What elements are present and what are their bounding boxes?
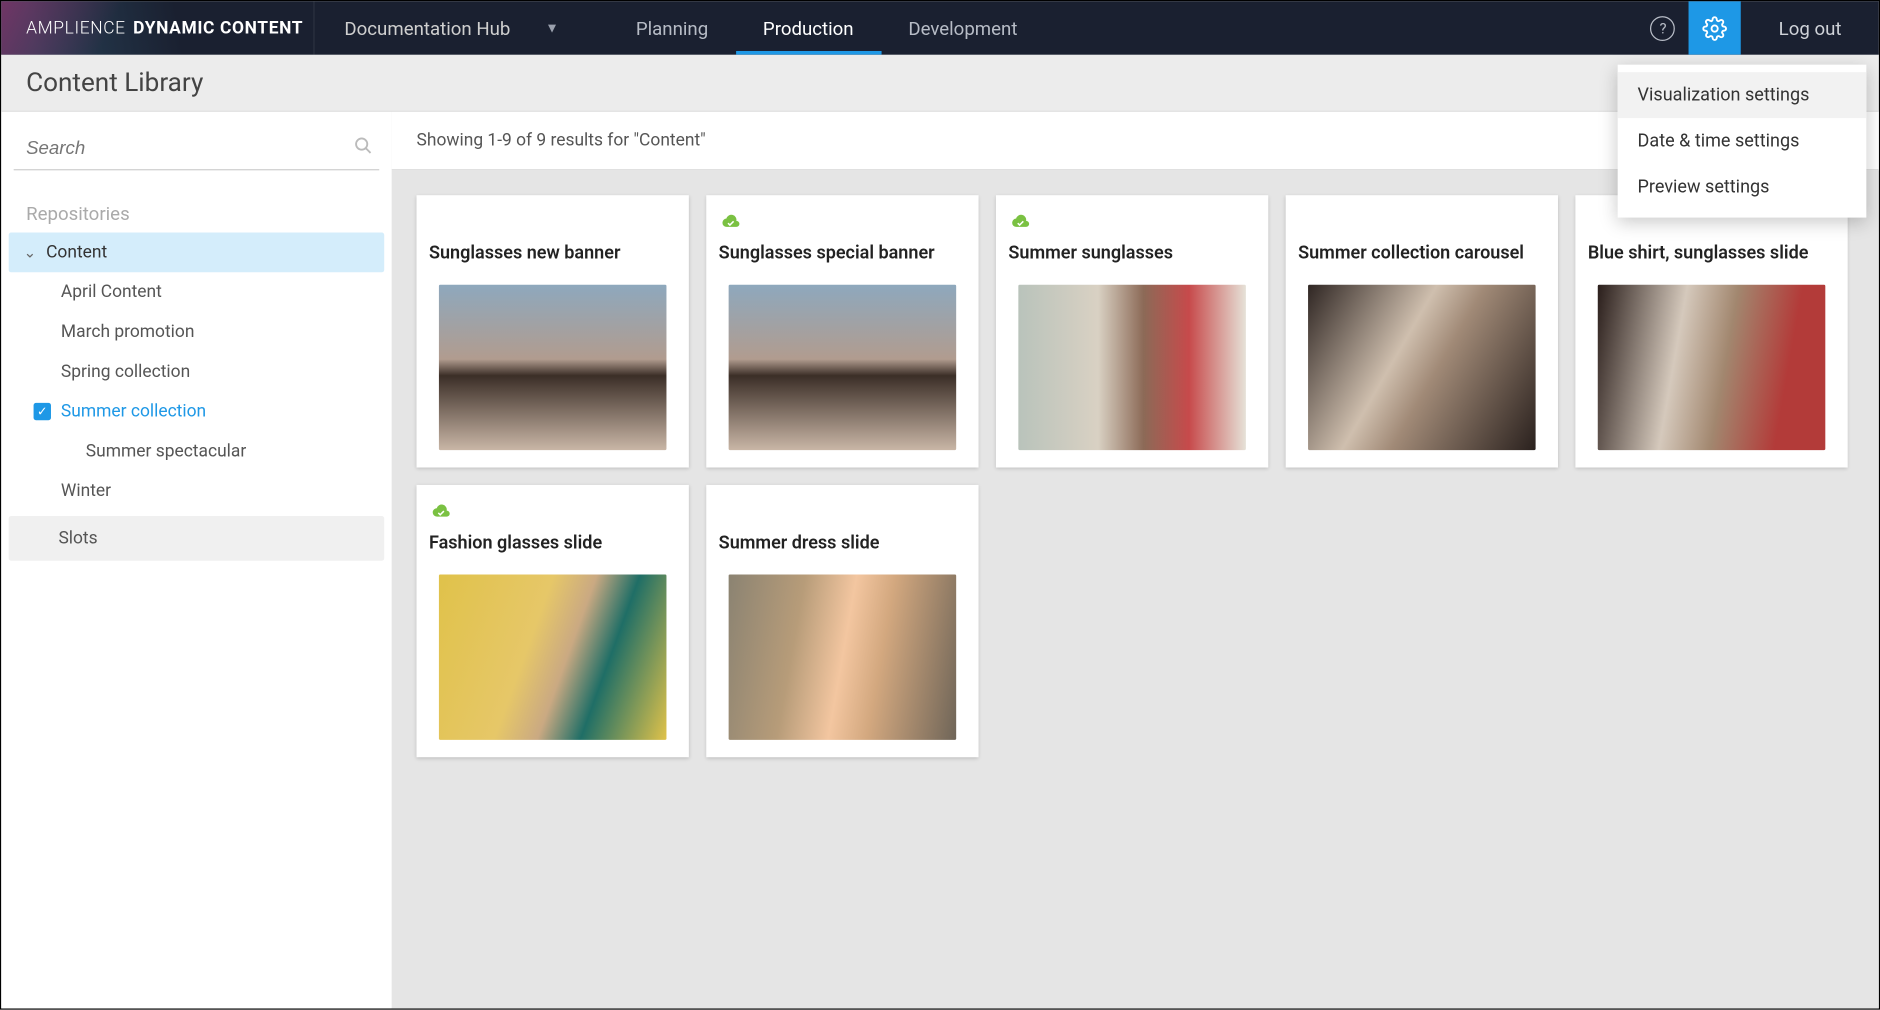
brand-logo: AMPLIENCE DYNAMIC CONTENT (1, 1, 314, 54)
card-thumbnail (1018, 285, 1246, 450)
card-title: Blue shirt, sunglasses slide (1588, 242, 1835, 264)
card-grid: Sunglasses new banner Sunglasses special … (392, 170, 1879, 782)
tree-slots[interactable]: Slots (9, 516, 385, 561)
menu-item-preview-settings[interactable]: Preview settings (1618, 164, 1867, 210)
content-card[interactable]: Blue shirt, sunglasses slide (1575, 195, 1847, 467)
content-card[interactable]: Sunglasses special banner (706, 195, 978, 467)
tab-development[interactable]: Development (881, 1, 1045, 54)
checkbox-checked-icon: ✓ (34, 403, 51, 420)
tree-item[interactable]: Winter (9, 471, 385, 511)
menu-item-label: Preview settings (1638, 177, 1770, 198)
caret-down-icon: ▼ (545, 20, 559, 36)
tab-label: Development (908, 17, 1017, 39)
results-count: Showing 1-9 of 9 results for "Content" (417, 131, 706, 151)
logout-link[interactable]: Log out (1741, 17, 1878, 39)
card-title: Fashion glasses slide (429, 532, 676, 554)
help-button[interactable]: ? (1637, 1, 1689, 54)
published-badge-icon (719, 502, 741, 519)
card-title: Sunglasses special banner (719, 242, 966, 264)
settings-button[interactable] (1689, 1, 1741, 54)
published-badge-icon (1588, 213, 1610, 230)
settings-dropdown: Visualization settings Date & time setti… (1618, 65, 1867, 218)
card-thumbnail (729, 285, 957, 450)
tree-item[interactable]: Summer spectacular (9, 431, 385, 471)
chevron-down-icon: ⌄ (24, 244, 37, 261)
content-area: Showing 1-9 of 9 results for "Content" D… (392, 112, 1879, 1008)
gear-icon (1703, 16, 1728, 41)
tree-item[interactable]: Spring collection (9, 352, 385, 392)
top-navbar: AMPLIENCE DYNAMIC CONTENT Documentation … (1, 1, 1879, 54)
published-badge-icon (719, 213, 741, 230)
tree-item-selected[interactable]: ✓ Summer collection (9, 392, 385, 432)
content-card[interactable]: Summer collection carousel (1286, 195, 1558, 467)
card-title: Summer collection carousel (1298, 242, 1545, 264)
search-field[interactable] (14, 129, 380, 170)
tree-item[interactable]: April Content (9, 272, 385, 312)
hub-selector[interactable]: Documentation Hub ▼ (315, 1, 589, 54)
menu-item-date-time-settings[interactable]: Date & time settings (1618, 118, 1867, 164)
content-card[interactable]: Fashion glasses slide (417, 485, 689, 757)
hub-label: Documentation Hub (344, 17, 510, 39)
published-badge-icon (1008, 213, 1030, 230)
brand-word1: AMPLIENCE (26, 18, 126, 38)
sidebar: Repositories ⌄ Content April Content Mar… (1, 112, 391, 1008)
tree-label: Summer collection (61, 402, 206, 422)
brand-word2: DYNAMIC CONTENT (133, 18, 303, 38)
tree-label: April Content (61, 282, 162, 302)
card-thumbnail (729, 574, 957, 739)
card-thumbnail (439, 285, 667, 450)
card-title: Summer dress slide (719, 532, 966, 554)
card-thumbnail (439, 574, 667, 739)
published-badge-icon (1298, 213, 1320, 230)
nav-tabs: Planning Production Development (608, 1, 1044, 54)
tab-production[interactable]: Production (736, 1, 881, 54)
card-title: Sunglasses new banner (429, 242, 676, 264)
help-icon: ? (1651, 16, 1676, 41)
tree-item[interactable]: March promotion (9, 312, 385, 352)
menu-item-label: Date & time settings (1638, 131, 1800, 152)
menu-item-visualization-settings[interactable]: Visualization settings (1618, 72, 1867, 118)
published-badge-icon (429, 502, 451, 519)
content-card[interactable]: Summer dress slide (706, 485, 978, 757)
card-thumbnail (1308, 285, 1536, 450)
menu-item-label: Visualization settings (1638, 85, 1810, 106)
tree-label: March promotion (61, 322, 195, 342)
tree-label: Content (46, 242, 107, 262)
card-thumbnail (1598, 285, 1826, 450)
tree-label: Spring collection (61, 362, 190, 382)
tree-label: Slots (58, 528, 97, 548)
tree-label: Summer spectacular (86, 441, 246, 461)
page-subheader: Content Library (1, 55, 1879, 112)
content-card[interactable]: Sunglasses new banner (417, 195, 689, 467)
tree-label: Winter (61, 481, 111, 501)
published-badge-icon (429, 213, 451, 230)
logout-label: Log out (1779, 17, 1842, 39)
tab-label: Planning (636, 17, 708, 39)
content-card[interactable]: Summer sunglasses (996, 195, 1268, 467)
page-title: Content Library (26, 68, 203, 98)
card-title: Summer sunglasses (1008, 242, 1255, 264)
sidebar-section-label: Repositories (9, 195, 385, 232)
tab-label: Production (763, 17, 854, 39)
tree-root-content[interactable]: ⌄ Content (9, 233, 385, 273)
search-input[interactable] (26, 137, 352, 158)
tab-planning[interactable]: Planning (608, 1, 735, 54)
search-icon (352, 134, 374, 161)
